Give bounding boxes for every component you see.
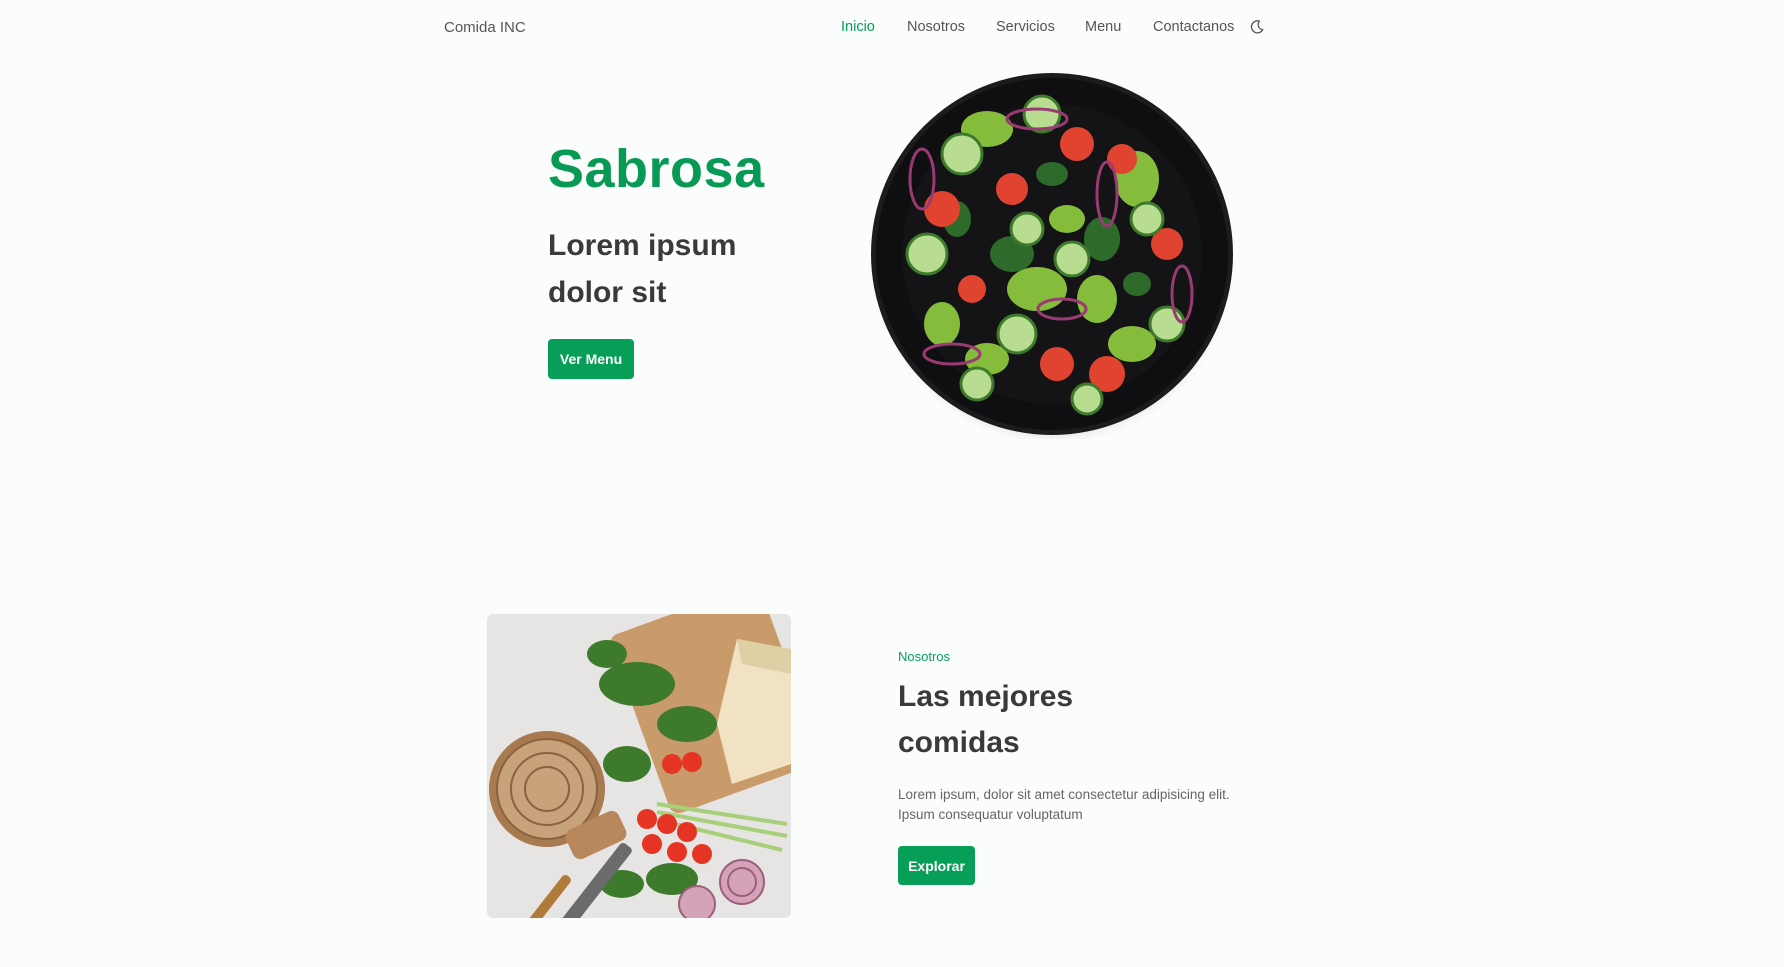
salad-bowl-image <box>867 69 1237 442</box>
ver-menu-button[interactable]: Ver Menu <box>548 339 634 379</box>
about-kicker: Nosotros <box>898 649 951 664</box>
about-title: Las mejores comidas <box>898 680 1074 759</box>
brand-logo[interactable]: Comida INC <box>444 19 526 36</box>
hero-subtitle: Lorem ipsum dolor sit <box>548 229 737 309</box>
nav-item-contactanos[interactable]: Contactanos <box>1153 19 1234 35</box>
about-description: Lorem ipsum, dolor sit amet consectetur … <box>898 787 1230 822</box>
nav-item-nosotros[interactable]: Nosotros <box>907 19 965 35</box>
hero-title: Sabrosa <box>548 139 765 199</box>
ingredients-image <box>487 614 791 918</box>
explorar-button[interactable]: Explorar <box>898 846 975 885</box>
moon-icon[interactable] <box>1249 19 1267 37</box>
site-header: Comida INC Inicio Nosotros Servicios Men… <box>0 0 1784 56</box>
nav-item-servicios[interactable]: Servicios <box>996 19 1055 35</box>
nav-item-menu[interactable]: Menu <box>1085 19 1121 35</box>
nav-item-inicio[interactable]: Inicio <box>841 19 875 35</box>
